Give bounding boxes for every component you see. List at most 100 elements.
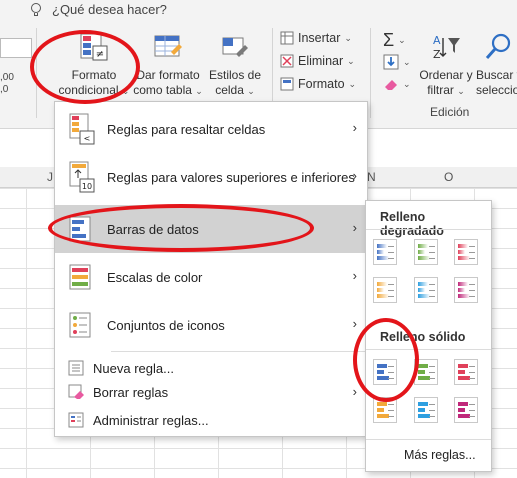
group-divider	[36, 28, 37, 118]
cell-styles-label-1: Estilos de	[208, 68, 262, 82]
value-tick	[429, 416, 435, 417]
format-icon	[280, 77, 294, 91]
value-tick	[388, 252, 394, 253]
conditional-format-label-1: Formato	[71, 68, 117, 82]
format-as-table-icon	[153, 32, 183, 62]
menu-item-label: Nueva regla...	[93, 360, 174, 376]
gradient-green-data-bar-option[interactable]	[414, 239, 438, 265]
column-header-j[interactable]: J	[47, 170, 53, 184]
value-tick	[429, 284, 435, 285]
number-format-box[interactable]	[0, 38, 32, 58]
top-bottom-rules-icon: 10	[69, 161, 95, 193]
solid-blue-data-bar-option[interactable]	[373, 359, 397, 385]
decrease-decimal-label[interactable]: ,0	[0, 84, 8, 95]
menu-item-label: Reglas para valores superiores e inferio…	[107, 169, 355, 185]
menu-item-clear-rules[interactable]: Borrar reglas ›	[55, 378, 367, 406]
format-as-table-label-2: como tabla ⌄	[133, 83, 203, 97]
solid-purple-data-bar-option[interactable]	[454, 397, 478, 423]
data-bar-fill	[377, 364, 387, 368]
value-tick	[469, 246, 475, 247]
sort-filter-button[interactable]: A Z Ordenar y filtrar ⌄	[415, 32, 477, 99]
clear-button[interactable]: ⌄	[383, 77, 411, 91]
value-tick	[388, 404, 394, 405]
solid-red-data-bar-option[interactable]	[454, 359, 478, 385]
menu-item-label: Escalas de color	[107, 269, 203, 285]
format-as-table-button[interactable]: Dar formato como tabla ⌄	[130, 32, 206, 99]
value-tick	[388, 258, 394, 259]
chevron-right-icon: ›	[352, 168, 357, 183]
autosum-button[interactable]: Σ ⌄	[383, 30, 406, 51]
icon-sets-icon	[69, 309, 95, 341]
value-tick	[388, 372, 394, 373]
new-rule-icon	[68, 360, 84, 376]
data-bar-fill	[458, 364, 468, 368]
value-tick	[429, 372, 435, 373]
delete-button[interactable]: Eliminar ⌄	[280, 54, 355, 68]
gradient-blue-data-bar-option[interactable]	[373, 239, 397, 265]
solid-green-data-bar-option[interactable]	[414, 359, 438, 385]
value-tick	[388, 378, 394, 379]
menu-item-highlight-rules[interactable]: < Reglas para resaltar celdas ›	[55, 105, 367, 153]
submenu-separator	[366, 349, 491, 350]
conditional-format-label-2: condicional ⌄	[58, 83, 130, 97]
find-select-label-1: Buscar y	[476, 68, 517, 82]
conditional-format-button[interactable]: ≠ Formato condicional ⌄	[58, 32, 130, 99]
value-tick	[469, 378, 475, 379]
submenu-separator	[366, 229, 491, 230]
chevron-right-icon: ›	[352, 316, 357, 331]
gradient-red-data-bar-option[interactable]	[454, 239, 478, 265]
value-tick	[429, 378, 435, 379]
value-tick	[388, 284, 394, 285]
menu-item-label: Borrar reglas	[93, 384, 169, 400]
more-rules-link[interactable]: Más reglas...	[404, 448, 476, 462]
menu-separator	[111, 351, 367, 352]
cell-styles-button[interactable]: Estilos de celda ⌄	[204, 32, 266, 99]
data-bar-fill	[418, 288, 425, 292]
solid-light-blue-data-bar-option[interactable]	[414, 397, 438, 423]
gradient-light-blue-data-bar-option[interactable]	[414, 277, 438, 303]
sigma-icon: Σ	[383, 30, 395, 50]
solid-orange-data-bar-option[interactable]	[373, 397, 397, 423]
data-bar-fill	[458, 408, 465, 412]
value-tick	[469, 416, 475, 417]
column-header-o[interactable]: O	[444, 170, 453, 184]
value-tick	[429, 258, 435, 259]
insert-icon	[280, 31, 294, 45]
menu-item-color-scales[interactable]: Escalas de color ›	[55, 253, 367, 301]
format-button[interactable]: Formato ⌄	[280, 77, 356, 91]
value-tick	[388, 416, 394, 417]
value-tick	[469, 284, 475, 285]
value-tick	[469, 404, 475, 405]
value-tick	[429, 296, 435, 297]
gradient-orange-data-bar-option[interactable]	[373, 277, 397, 303]
cell-styles-icon	[220, 32, 250, 62]
column-header-n[interactable]: N	[367, 170, 376, 184]
data-bar-fill	[418, 282, 428, 286]
insert-button[interactable]: Insertar ⌄	[280, 31, 352, 45]
find-select-button[interactable]: Buscar y selecciona	[474, 32, 517, 98]
eraser-icon	[385, 80, 397, 90]
highlight-rules-icon: <	[69, 113, 95, 145]
data-bar-fill	[458, 370, 465, 374]
menu-item-label: Barras de datos	[107, 221, 199, 237]
data-bar-fill	[377, 244, 387, 248]
sort-filter-icon: A Z	[431, 32, 461, 62]
value-tick	[469, 296, 475, 297]
gradient-purple-data-bar-option[interactable]	[454, 277, 478, 303]
fill-button[interactable]: ⌄	[383, 54, 411, 70]
conditional-format-icon: ≠	[79, 32, 109, 62]
data-bar-fill	[377, 250, 384, 254]
menu-item-top-bottom-rules[interactable]: 10 Reglas para valores superiores e infe…	[55, 153, 367, 201]
magnifier-icon	[484, 32, 514, 62]
menu-item-label: Administrar reglas...	[93, 412, 209, 428]
value-tick	[429, 290, 435, 291]
format-as-table-label-1: Dar formato	[136, 68, 200, 82]
tell-me-box[interactable]: ¿Qué desea hacer?	[30, 2, 167, 17]
data-bar-fill	[458, 282, 468, 286]
menu-item-manage-rules[interactable]: Administrar reglas...	[55, 406, 367, 434]
value-tick	[469, 366, 475, 367]
find-select-label-2: selecciona	[476, 83, 517, 97]
increase-decimal-label[interactable]: ,00	[0, 72, 14, 83]
menu-item-data-bars[interactable]: Barras de datos ›	[55, 205, 367, 253]
menu-item-icon-sets[interactable]: Conjuntos de iconos ›	[55, 301, 367, 349]
